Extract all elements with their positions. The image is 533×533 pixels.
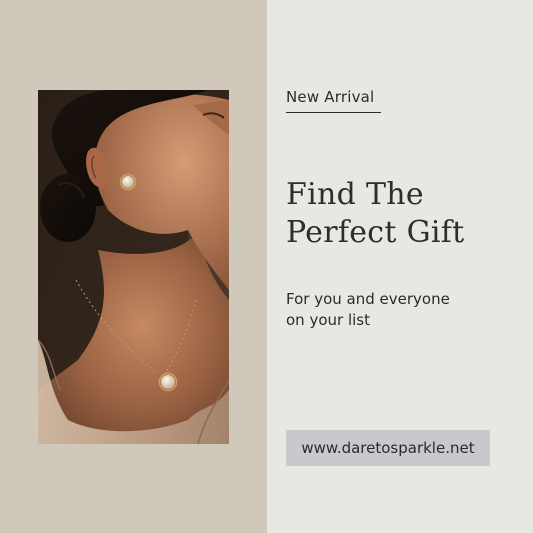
headline-line-2: Perfect Gift xyxy=(286,215,465,250)
subtext: For you and everyone on your list xyxy=(286,289,516,331)
subtext-line-1: For you and everyone xyxy=(286,290,450,308)
new-arrival-underline xyxy=(286,112,381,113)
headline: Find The Perfect Gift xyxy=(286,176,526,252)
jewelry-model-photo xyxy=(38,90,229,444)
promo-canvas: New Arrival Find The Perfect Gift For yo… xyxy=(0,0,533,533)
new-arrival-label: New Arrival xyxy=(286,88,375,106)
headline-line-1: Find The xyxy=(286,177,424,212)
jewelry-model-illustration xyxy=(38,90,229,444)
subtext-line-2: on your list xyxy=(286,311,370,329)
website-url-link[interactable]: www.daretosparkle.net xyxy=(286,430,490,466)
